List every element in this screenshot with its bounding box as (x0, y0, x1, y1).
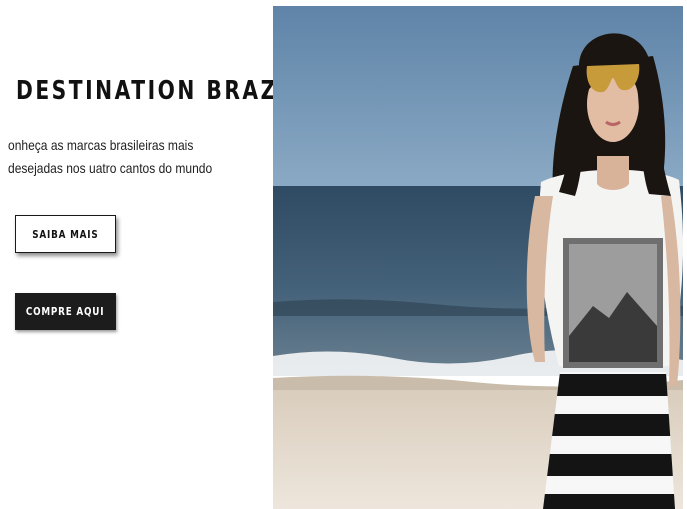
beach-model-photo-icon (273, 6, 683, 509)
learn-more-button[interactable]: SAIBA MAIS (15, 215, 116, 253)
shop-now-label: COMPRE AQUI (26, 305, 105, 318)
promo-subtitle: onheça as marcas brasileiras mais deseja… (8, 137, 213, 176)
promo-panel: DESTINATION BRAZIL onheça as marcas bras… (0, 0, 273, 509)
shop-now-button[interactable]: COMPRE AQUI (15, 293, 116, 330)
learn-more-label: SAIBA MAIS (32, 227, 99, 241)
page-title: DESTINATION BRAZIL (16, 76, 273, 106)
hero-image (273, 6, 683, 509)
